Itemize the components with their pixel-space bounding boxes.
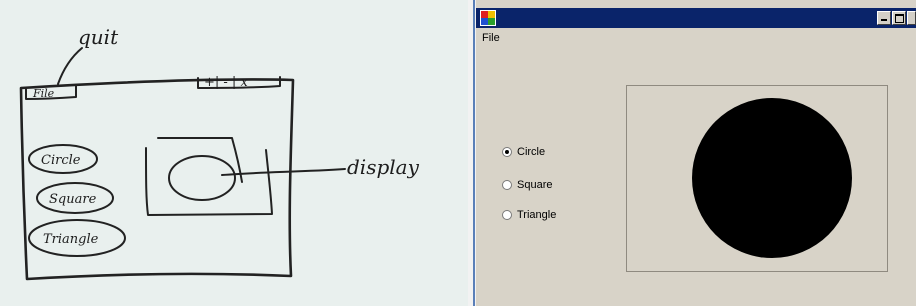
sketch-display-ellipse [168,155,236,201]
sketch-file-label: File [32,87,55,100]
radio-square-label: Square [517,179,553,191]
sketch-circle-label: Circle [41,153,81,168]
radio-square[interactable]: Square [502,178,552,192]
caption-buttons [877,11,916,25]
sketch-square-label: Square [49,192,97,207]
radio-square-dot[interactable] [502,180,512,190]
radio-triangle-dot[interactable] [502,210,512,220]
radio-circle-label: Circle [517,146,546,158]
title-bar[interactable] [476,8,916,28]
menu-file[interactable]: File [482,32,500,44]
sketch-display-outer [145,147,273,216]
radio-triangle[interactable]: Triangle [502,208,556,222]
sketch-triangle-label: Triangle [43,232,99,247]
sketch-quit-label: quit [78,25,119,49]
sketch-controls-label: +| - | x [204,75,248,90]
menu-bar: File [476,30,916,48]
close-button[interactable] [907,11,916,25]
minimize-button[interactable] [877,11,891,25]
wireframe-sketch: quit File +| - | x Circle Square Triangl… [0,0,468,306]
radio-circle-dot[interactable] [502,147,512,157]
sketch-display-label: display [347,155,420,179]
radio-circle[interactable]: Circle [502,145,545,159]
app-window: File Circle Square Triangle [476,0,916,306]
sketch-drawing: quit File +| - | x Circle Square Triangl… [19,25,420,281]
app-icon[interactable] [480,10,496,26]
sketch-quit-arrow [57,47,83,85]
display-panel [626,85,888,272]
radio-triangle-label: Triangle [517,209,557,221]
display-circle-shape [692,98,852,258]
panel-divider [468,0,476,306]
maximize-button[interactable] [892,11,906,25]
sketch-window-frame [19,78,295,281]
